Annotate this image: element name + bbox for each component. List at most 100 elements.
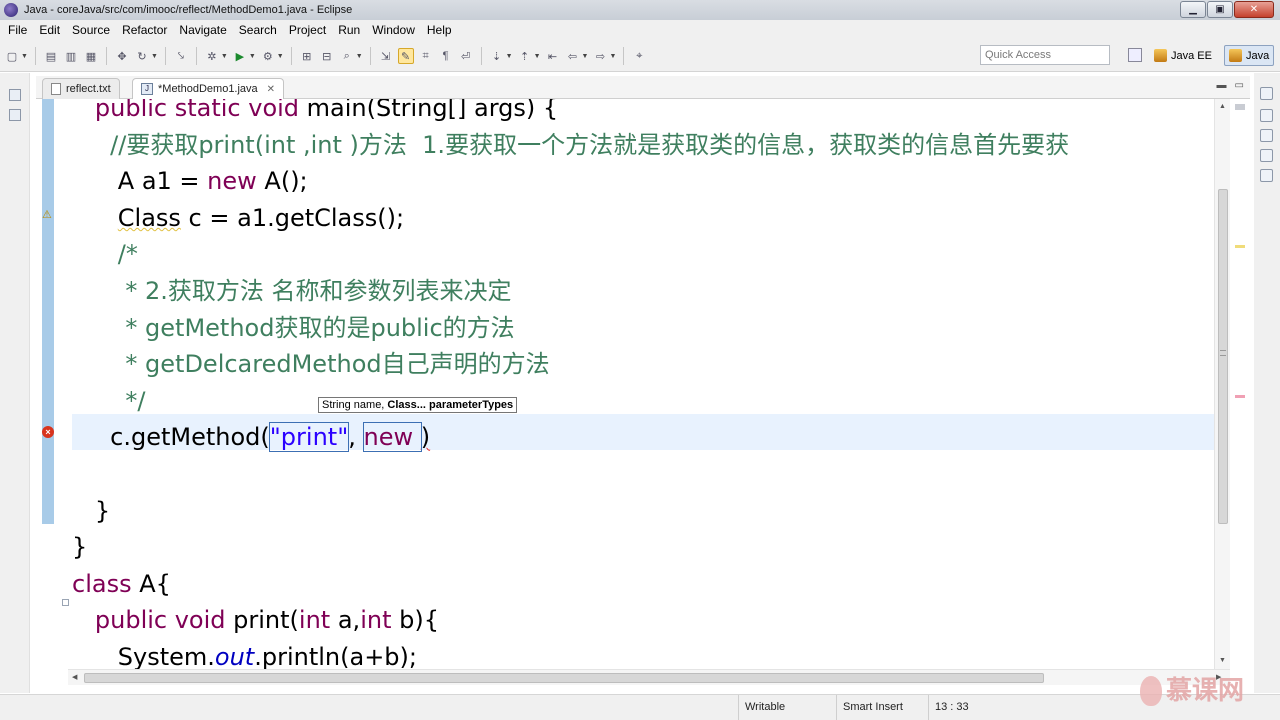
minimize-button[interactable]: ▁ [1180,1,1206,18]
console-view-icon[interactable] [1260,169,1273,182]
code-line[interactable]: System.out.println(a+b); [72,639,1069,669]
refresh-icon[interactable]: ↻ [134,48,150,64]
horizontal-scrollbar[interactable]: ◀ ▶ [68,669,1230,685]
code-line[interactable]: //要获取print(int ,int )方法 1.要获取一个方法就是获取类的信… [72,127,1069,164]
next-annotation-icon[interactable]: ⇲ [378,48,394,64]
code-line[interactable] [72,456,1069,493]
scroll-left-icon[interactable]: ◀ [72,673,77,681]
minimize-editor-icon[interactable]: ▬ [1217,80,1227,91]
save-all-icon[interactable]: ▥ [63,48,79,64]
menu-project[interactable]: Project [283,23,332,37]
tab-methoddemo1-java[interactable]: J *MethodDemo1.java ✕ [132,78,285,99]
debug-icon[interactable]: ✲ [204,48,220,64]
back-icon[interactable]: ⇦ [565,48,581,64]
code-line[interactable]: } [72,493,1069,530]
new-icon[interactable]: ▢ [4,48,20,64]
toggle-block-selection-icon[interactable]: ⌗ [418,48,434,64]
menu-navigate[interactable]: Navigate [173,23,232,37]
code-line[interactable]: A a1 = new A(); [72,163,1069,200]
scroll-down-icon[interactable]: ▼ [1219,657,1226,664]
build-icon[interactable]: ✥ [114,48,130,64]
open-perspective-icon[interactable] [1128,48,1142,62]
open-task-icon[interactable]: ⊟ [319,48,335,64]
new-dropdown-icon[interactable]: ▼ [21,53,28,60]
last-edit-location-icon[interactable]: ⇤ [545,48,561,64]
code-line[interactable]: } [72,529,1069,566]
prev-annotation-dropdown-icon[interactable]: ▼ [534,53,541,60]
code-line[interactable]: * 2.获取方法 名称和参数列表来决定 [72,273,1069,310]
code-line[interactable]: c.getMethod("print", new ) [72,419,1069,456]
fold-toggle-icon[interactable] [62,599,69,606]
maximize-editor-icon[interactable]: ▭ [1235,80,1244,91]
problems-view-icon[interactable] [1260,129,1273,142]
open-type-icon[interactable]: ⊞ [299,48,315,64]
perspective-java-ee[interactable]: Java EE [1150,45,1216,66]
next-annotation-dropdown-icon[interactable]: ▼ [506,53,513,60]
vertical-scroll-thumb[interactable] [1218,189,1228,524]
close-tab-icon[interactable]: ✕ [267,84,275,95]
toggle-mark-occurrences-icon[interactable]: ✎ [397,48,414,64]
code-token: A a1 = [117,167,208,196]
overview-error-mark[interactable] [1235,395,1245,398]
prev-annotation-icon[interactable]: ⇡ [517,48,533,64]
code-line[interactable]: public void print(int a,int b){ [72,602,1069,639]
menu-refactor[interactable]: Refactor [116,23,173,37]
tab-reflect-txt[interactable]: reflect.txt [42,78,120,99]
vertical-scrollbar[interactable]: ▲ ▼ [1214,99,1230,669]
code-line[interactable]: /* [72,236,1069,273]
pin-editor-icon[interactable]: ⌖ [631,48,647,64]
quick-access-input[interactable]: Quick Access [980,45,1110,65]
restore-view-icon[interactable] [9,89,21,101]
warning-icon[interactable]: ⚠ [42,209,54,221]
horizontal-scroll-thumb[interactable] [84,673,1044,683]
error-icon[interactable]: × [42,426,54,438]
external-tools-dropdown-icon[interactable]: ▼ [277,53,284,60]
external-tools-icon[interactable]: ⚙ [260,48,276,64]
code-line[interactable]: class A{ [72,566,1069,603]
menu-search[interactable]: Search [233,23,283,37]
code-token: a, [330,606,361,635]
code-line[interactable]: * getDelcaredMethod自己声明的方法 [72,346,1069,383]
back-dropdown-icon[interactable]: ▼ [582,53,589,60]
code-line[interactable]: public static void main(String[] args) { [72,99,1069,127]
overview-warning-mark[interactable] [1235,245,1245,248]
menu-run[interactable]: Run [332,23,366,37]
code-line[interactable]: */ [72,383,1069,420]
skip-breakpoints-icon[interactable]: ⤥ [173,48,189,64]
javadoc-view-icon[interactable] [1260,149,1273,162]
search-icon[interactable]: ⌕ [339,48,355,64]
maximize-button[interactable]: ▣ [1207,1,1233,18]
word-wrap-icon[interactable]: ⏎ [458,48,474,64]
menu-window[interactable]: Window [366,23,421,37]
refresh-dropdown-icon[interactable]: ▼ [151,53,158,60]
menu-edit[interactable]: Edit [33,23,66,37]
print-icon[interactable]: ▦ [83,48,99,64]
close-button[interactable]: ✕ [1234,1,1274,18]
toolbar-separator [105,47,107,65]
code-text[interactable]: public static void main(String[] args) {… [72,99,1069,669]
watermark-text: 慕课网 [1166,676,1245,706]
restore-outline-icon[interactable] [1260,87,1273,100]
save-icon[interactable]: ▤ [43,48,59,64]
perspective-java[interactable]: Java [1224,45,1275,66]
overview-ruler[interactable] [1232,99,1248,669]
menu-source[interactable]: Source [66,23,116,37]
status-insert-mode: Smart Insert [836,695,928,720]
code-editor[interactable]: ⚠ × public static void main(String[] arg… [36,99,1230,669]
menu-file[interactable]: File [2,23,33,37]
show-whitespace-icon[interactable]: ¶ [438,48,454,64]
run-icon[interactable]: ▶ [232,48,248,64]
next-annotation-nav-icon[interactable]: ⇣ [489,48,505,64]
overview-summary-icon[interactable] [1235,104,1245,110]
forward-dropdown-icon[interactable]: ▼ [609,53,616,60]
search-dropdown-icon[interactable]: ▼ [356,53,363,60]
scroll-up-icon[interactable]: ▲ [1219,103,1226,110]
menu-help[interactable]: Help [421,23,458,37]
code-line[interactable]: Class c = a1.getClass(); [72,200,1069,237]
debug-dropdown-icon[interactable]: ▼ [221,53,228,60]
code-line[interactable]: * getMethod获取的是public的方法 [72,310,1069,347]
run-dropdown-icon[interactable]: ▼ [249,53,256,60]
outline-view-icon[interactable] [1260,109,1273,122]
package-explorer-icon[interactable] [9,109,21,121]
forward-icon[interactable]: ⇨ [592,48,608,64]
